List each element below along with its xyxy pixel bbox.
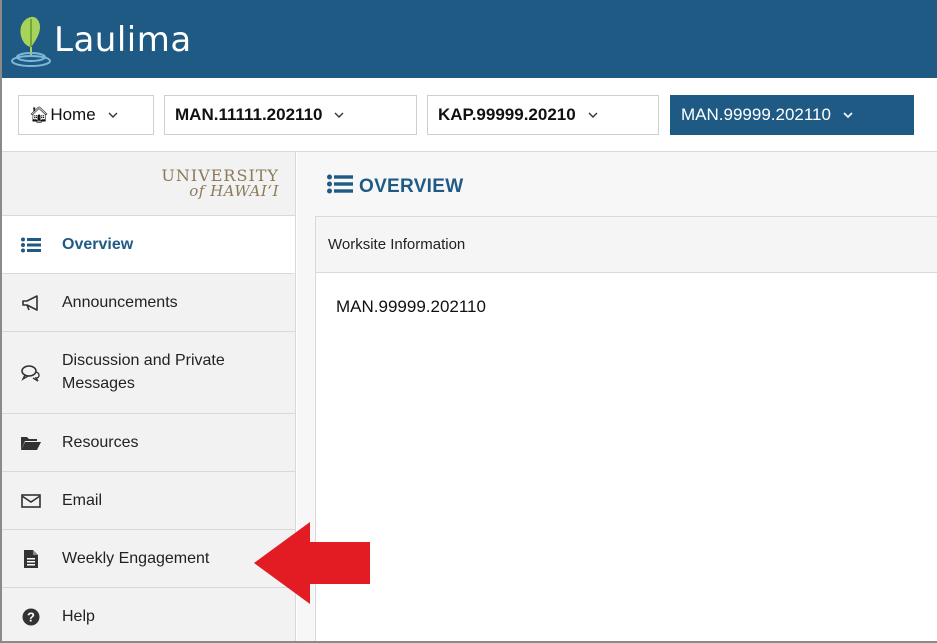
panel-body: MAN.99999.202110 xyxy=(316,273,937,341)
sidebar-item-label: Announcements xyxy=(62,293,178,311)
chevron-down-icon[interactable] xyxy=(588,110,598,120)
laulima-logo[interactable]: Laulima xyxy=(10,8,192,68)
sidebar-item-label: Overview xyxy=(62,235,134,253)
chat-bubbles-icon xyxy=(20,363,42,383)
page-title-text: OVERVIEW xyxy=(359,176,464,197)
home-tab[interactable]: 🏠︎ Home xyxy=(18,95,154,135)
university-logo: UNIVERSITY of HAWAI‘I xyxy=(2,152,295,216)
worksite-info-panel: Worksite Information MAN.99999.202110 xyxy=(315,216,937,641)
folder-open-icon xyxy=(20,433,42,453)
main-content: OVERVIEW Worksite Information MAN.99999.… xyxy=(297,152,937,641)
app-title: Laulima xyxy=(54,20,192,60)
document-icon xyxy=(20,549,42,569)
sidebar-item-label: Resources xyxy=(62,433,139,451)
page-title: OVERVIEW xyxy=(327,174,463,200)
university-line2: of HAWAI‘I xyxy=(189,182,279,200)
megaphone-icon xyxy=(20,293,42,313)
top-header: Laulima xyxy=(2,0,937,78)
sidebar-item-label: Email xyxy=(62,491,103,509)
envelope-icon xyxy=(20,491,42,511)
home-icon: 🏠︎ xyxy=(29,107,50,124)
site-tab-label: MAN.99999.202110 xyxy=(681,105,831,124)
label-line2: Messages xyxy=(62,374,135,392)
red-arrow-annotation xyxy=(254,522,370,604)
chevron-down-icon[interactable] xyxy=(843,110,853,120)
list-icon xyxy=(20,235,42,255)
sidebar-item-resources[interactable]: Resources xyxy=(2,414,295,472)
sidebar-item-label: Weekly Engagement xyxy=(62,549,210,567)
site-tab-man-99999-active[interactable]: MAN.99999.202110 xyxy=(670,95,914,135)
panel-title: Worksite Information xyxy=(328,236,466,253)
site-tab-label: MAN.11111.202110 xyxy=(175,105,323,124)
label-line1: Discussion and Private xyxy=(62,352,225,370)
list-icon xyxy=(327,174,353,200)
site-tab-label: KAP.99999.20210 xyxy=(438,105,576,124)
site-tab-kap-99999[interactable]: KAP.99999.20210 xyxy=(427,95,659,135)
home-tab-label: Home xyxy=(50,105,96,124)
svg-text:?: ? xyxy=(27,609,35,624)
sidebar-item-announcements[interactable]: Announcements xyxy=(2,274,295,332)
question-circle-icon: ? xyxy=(20,607,42,627)
panel-header: Worksite Information xyxy=(316,217,937,273)
sidebar-item-discussion[interactable]: Discussion and Private Messages xyxy=(2,332,295,414)
sidebar-item-label: Help xyxy=(62,607,95,625)
sidebar-item-overview[interactable]: Overview xyxy=(2,216,295,274)
chevron-down-icon[interactable] xyxy=(334,110,344,120)
site-nav: 🏠︎ Home MAN.11111.202110 KAP.99999.20210… xyxy=(2,78,937,152)
app-frame: Laulima 🏠︎ Home MAN.11111.202110 KAP.999… xyxy=(0,0,937,643)
worksite-name: MAN.99999.202110 xyxy=(336,297,486,316)
sidebar-item-label: Discussion and Private Messages xyxy=(62,350,225,395)
site-tab-man-11111[interactable]: MAN.11111.202110 xyxy=(164,95,417,135)
chevron-down-icon[interactable] xyxy=(108,110,118,120)
taro-leaf-icon xyxy=(11,16,51,67)
